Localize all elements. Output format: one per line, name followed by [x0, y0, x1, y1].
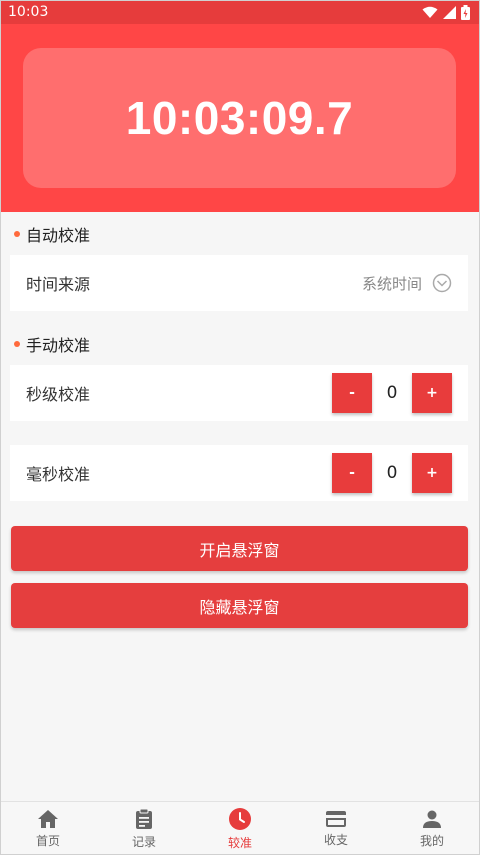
nav-item-calibrate[interactable]: 较准	[192, 807, 288, 851]
time-source-value: 系统时间	[361, 274, 422, 293]
auto-calibration-title: 自动校准	[14, 222, 90, 246]
seconds-minus-button[interactable]: -	[332, 373, 372, 413]
seconds-calibration-label: 秒级校准	[26, 385, 91, 404]
time-source-select[interactable]: 系统时间	[362, 273, 452, 294]
open-float-window-button[interactable]: 开启悬浮窗	[11, 526, 468, 571]
header: 10:03:09.7	[0, 24, 480, 212]
nav-label-records: 记录	[131, 834, 156, 849]
millis-calibration-row: 毫秒校准 - 0 +	[10, 445, 468, 501]
nav-label-income: 收支	[323, 832, 348, 847]
millis-stepper: - 0 +	[332, 453, 452, 493]
bottom-nav: 首页 记录 较准 收支 我的	[0, 801, 480, 855]
clipboard-icon	[136, 808, 152, 829]
manual-calibration-title-text: 手动校准	[26, 336, 91, 355]
clock-display: 10:03:09.7	[125, 92, 354, 144]
millis-plus-button[interactable]: +	[412, 453, 452, 493]
seconds-value: 0	[386, 383, 398, 403]
nav-item-home[interactable]: 首页	[0, 809, 96, 849]
person-icon	[423, 810, 441, 828]
status-bar: 10:03	[0, 0, 480, 24]
clock-card: 10:03:09.7	[23, 48, 456, 188]
seconds-plus-button[interactable]: +	[412, 373, 452, 413]
seconds-calibration-row: 秒级校准 - 0 +	[10, 365, 468, 421]
millis-value: 0	[386, 463, 398, 483]
millis-calibration-label: 毫秒校准	[26, 465, 91, 484]
clock-icon	[229, 807, 251, 830]
time-source-label: 时间来源	[26, 275, 91, 294]
manual-calibration-title: 手动校准	[14, 332, 90, 356]
nav-item-mine[interactable]: 我的	[384, 809, 480, 849]
millis-minus-button[interactable]: -	[332, 453, 372, 493]
nav-label-calibrate: 较准	[227, 835, 252, 850]
seconds-stepper: - 0 +	[332, 373, 452, 413]
auto-calibration-title-text: 自动校准	[26, 226, 91, 245]
section-dot	[14, 341, 20, 347]
section-dot	[14, 231, 20, 237]
wifi-icon	[422, 6, 438, 18]
status-time: 10:03	[8, 4, 49, 20]
nav-label-mine: 我的	[419, 833, 444, 848]
signal-icon	[443, 5, 456, 19]
nav-label-home: 首页	[35, 833, 60, 848]
nav-item-records[interactable]: 记录	[96, 808, 192, 850]
time-source-row[interactable]: 时间来源 系统时间	[10, 255, 468, 311]
card-icon	[326, 810, 346, 827]
battery-icon	[461, 4, 470, 20]
nav-item-income[interactable]: 收支	[288, 810, 384, 848]
hide-float-window-button[interactable]: 隐藏悬浮窗	[11, 583, 468, 628]
home-icon	[38, 809, 58, 828]
chevron-down-icon[interactable]	[432, 273, 452, 293]
status-icons	[422, 4, 470, 20]
